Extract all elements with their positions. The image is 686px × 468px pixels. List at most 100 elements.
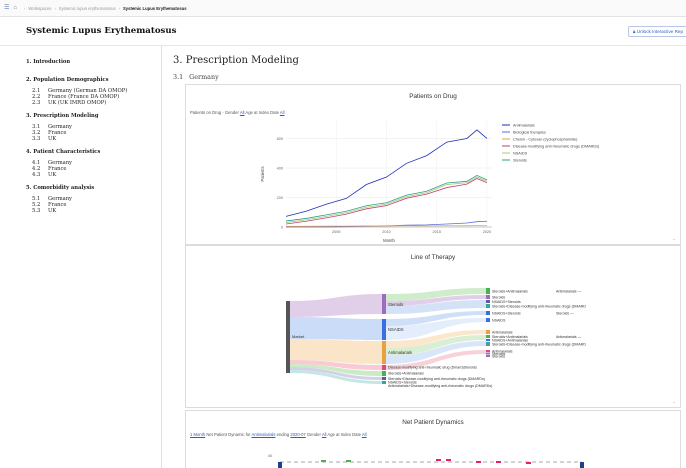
waterfall-bar [346,460,351,462]
filter-prefix: Net Patient Dynamic for [206,432,251,437]
sankey-node[interactable] [486,304,490,308]
net-patient-dynamics-filters: 1 Month Net Patient Dynamic for Antimala… [186,432,680,437]
sankey-node[interactable] [486,318,490,322]
sankey-node-ster-anti[interactable] [382,371,386,376]
toc-item[interactable]: 2.3 UK (UK IMRD OMOP) [16,100,161,106]
sankey-label: Steroids [492,295,505,299]
waterfall-bar [526,462,531,464]
expand-arrow-icon[interactable]: → [671,236,676,242]
toc-item-number: 4.3 [32,172,41,178]
series-line [285,225,487,227]
toc-item[interactable]: 5.3 UK [16,208,161,214]
legend-label: Steroids [513,158,527,162]
x-tick-label: 2010 [382,230,390,234]
y-tick-label: 600 [277,137,283,141]
legend-label: Chelon - Cytoxan (cyclophosphamide) [513,137,578,141]
sankey-label: Disease-modifying anti-rheumatic drug (D… [388,366,477,370]
toc-section-population-demographics[interactable]: 2. Population Demographics [16,77,161,83]
y-tick-label: 400 [277,166,283,170]
sankey-label: Steroids+Disease-modifying anti-rheumati… [492,342,586,346]
sankey-node-combo[interactable] [382,377,386,380]
toc-item-number: 3.3 [32,136,41,142]
breadcrumb-separator: › [54,5,56,11]
sankey-node-antimalarials[interactable] [382,341,386,364]
breadcrumb-item-workspace[interactable]: Systemic lupus erythematosus [59,6,116,11]
toc-item[interactable]: 3.3 UK [16,136,161,142]
age-label: Age at Index Date [327,432,361,437]
sankey-node[interactable] [486,300,490,303]
sankey-node[interactable] [486,342,490,346]
sankey-node[interactable] [486,350,490,352]
age-filter[interactable]: All [362,432,367,437]
breadcrumb-separator: › [24,5,26,11]
gender-label: Gender [306,432,321,437]
toc-item-label: UK [48,208,57,214]
sankey-node[interactable] [486,355,490,357]
main-content: 3. Prescription Modeling 3.1 Germany Pati… [162,46,686,468]
ending-filter[interactable]: 2020-07 [290,432,305,437]
legend-label: Antimalarials [513,123,535,127]
sankey-label: Antimalarials [492,330,513,334]
net-patient-dynamics-title: Net Patient Dynamics [402,419,464,426]
toc-section-prescription-modeling[interactable]: 3. Prescription Modeling [16,113,161,119]
net-patient-dynamics-card: Net Patient Dynamics 1 Month Net Patient… [185,410,681,468]
sankey-label: Steroids — [556,311,574,315]
line-of-therapy-card: Line of Therapy Market Steroids NSAIDS A… [185,245,681,408]
sankey-node[interactable] [486,339,490,341]
sankey-node[interactable] [486,330,490,334]
sankey-node-market[interactable] [286,301,290,373]
waterfall-bar [278,462,282,468]
waterfall-bar [446,459,451,461]
sankey-node[interactable] [486,295,490,299]
sankey-node-nsaids[interactable] [382,319,386,340]
sankey-label: Steroids [388,302,403,307]
breadcrumb-item-workspaces[interactable]: Workspaces [28,6,51,11]
subsection-title: 3.1 Germany [173,73,219,81]
sankey-label: NSAIDS [492,318,506,322]
sankey-label: NSAIDS+Steroids [492,311,521,315]
sankey-label: NSAIDS [388,327,404,332]
page-title: Systemic Lupus Erythematosus [26,26,177,36]
sankey-node-dmard[interactable] [382,365,386,370]
sankey-label: Steroids+Antimalarials [388,372,424,376]
home-icon[interactable]: ⌂ [13,5,17,11]
line-of-therapy-title: Line of Therapy [410,254,456,261]
toc-section-introduction[interactable]: 1. Introduction [16,59,161,65]
breadcrumb: ☰ ⌂ › Workspaces › Systemic lupus erythe… [0,0,686,17]
breadcrumb-separator: › [118,5,120,11]
x-tick-label: 2015 [433,230,441,234]
toc-item-number: 2.3 [32,100,41,106]
sankey-label: Antimalarials+Disease-modifying anti-rhe… [388,384,492,388]
sankey-node[interactable] [486,288,490,294]
waterfall-bar [580,462,584,468]
subsection-label: Germany [189,73,219,81]
patients-on-drug-chart: 0 200 400 600 2005 2010 2015 2020 Month Patients A… [260,121,600,243]
sankey-label: Antimalarials [388,350,412,355]
menu-icon[interactable]: ☰ [4,5,9,11]
line-of-therapy-sankey: Market Steroids NSAIDS Antimalarials Dis… [286,288,586,388]
sankey-label: Steroids+Antimalarials [492,289,528,293]
toc-item[interactable]: 4.3 UK [16,172,161,178]
toc-section-patient-characteristics[interactable]: 4. Patient Characteristics [16,149,161,155]
page-header: Systemic Lupus Erythematosus 🔒︎ Unlock I… [0,17,686,46]
sankey-node-steroids[interactable] [382,294,386,314]
legend-label: Biological therapies [513,130,546,134]
sankey-node[interactable] [486,352,490,355]
toc-item-label: UK [48,136,57,142]
sankey-node-anti-dmard[interactable] [382,381,386,384]
toc-section-comorbidity-analysis[interactable]: 5. Comorbidity analysis [16,185,161,191]
toc-item-label: UK [48,172,57,178]
period-filter[interactable]: 1 Month [190,432,205,437]
patients-on-drug-title: Patients on Drug [409,93,457,100]
sankey-node[interactable] [486,335,490,338]
unlock-interactive-report-button[interactable]: 🔒︎ Unlock Interactive Rep [628,25,686,37]
y-tick-label: 40 [268,454,272,458]
gender-filter[interactable]: All [322,432,327,437]
drug-filter[interactable]: Antimalarials [251,432,275,437]
sankey-node[interactable] [486,311,490,315]
sankey-label: Antimalarials — [556,289,582,293]
expand-arrow-icon[interactable]: → [671,399,676,405]
legend-label: Disease-modifying anti-rheumatic drugs (… [513,144,600,148]
x-tick-label: 2020 [483,230,491,234]
ending-label: ending [276,432,290,437]
